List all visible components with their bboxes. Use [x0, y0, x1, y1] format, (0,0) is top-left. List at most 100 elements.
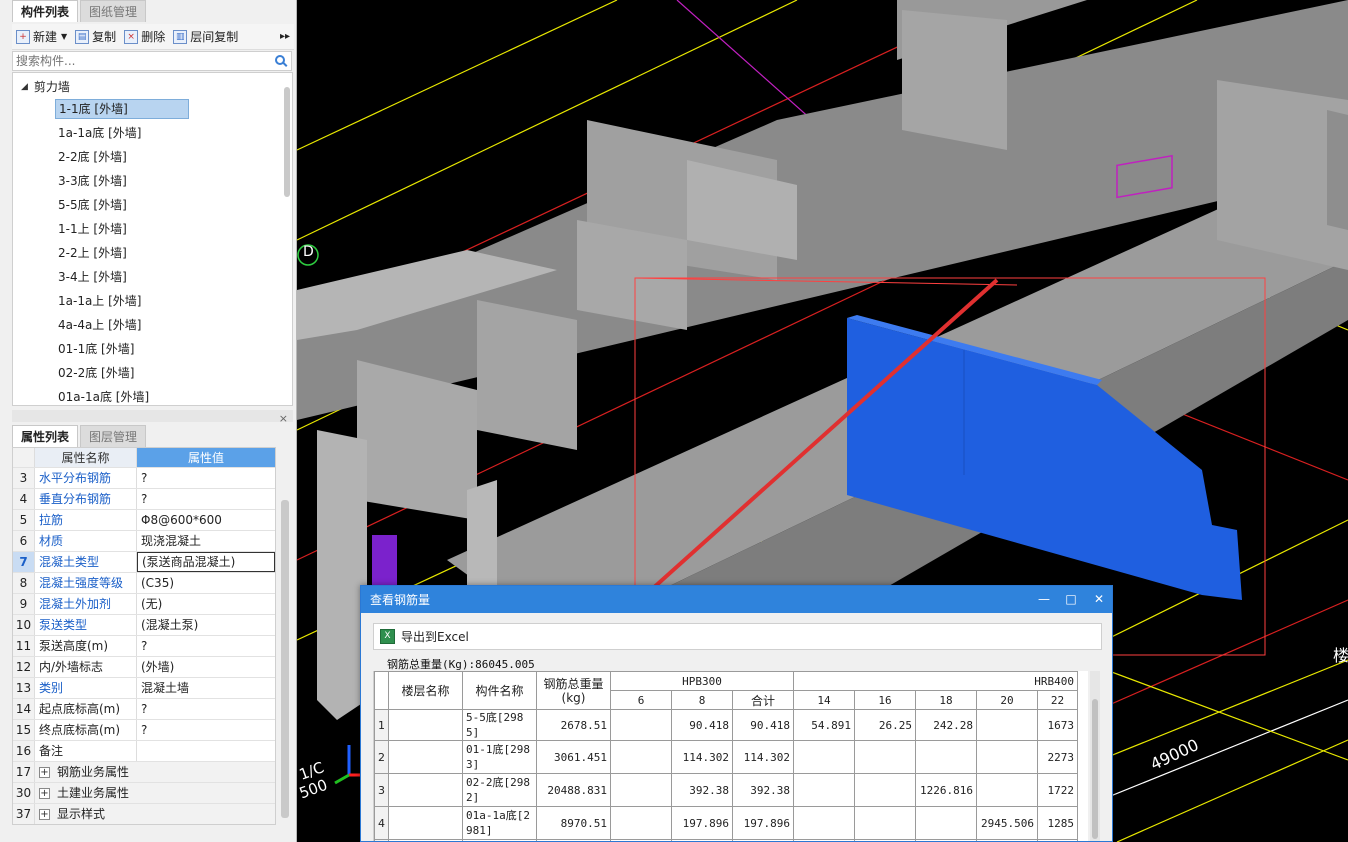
property-value[interactable]: Φ8@600*600: [137, 510, 275, 530]
weight-cell: [610, 740, 672, 774]
property-row[interactable]: 7 混凝土类型 (泵送商品混凝土): [13, 552, 275, 573]
floor-copy-button[interactable]: ▥ 层间复制: [169, 26, 242, 48]
property-row[interactable]: 9 混凝土外加剂 (无): [13, 594, 275, 615]
tree-item[interactable]: 2-2上 [外墙]: [55, 243, 130, 263]
property-value[interactable]: [137, 741, 275, 761]
dialog-title-bar[interactable]: 查看钢筋量: [361, 586, 1112, 613]
weight-cell: [793, 740, 855, 774]
tab-component-list[interactable]: 构件列表: [12, 0, 79, 22]
collapse-arrow-icon[interactable]: ◢: [21, 77, 28, 97]
property-value[interactable]: ?: [137, 468, 275, 488]
property-name: 泵送类型: [35, 615, 137, 635]
property-value[interactable]: ?: [137, 489, 275, 509]
header-name: 属性名称: [35, 448, 137, 467]
new-button[interactable]: + 新建 ▼: [12, 26, 71, 48]
property-value[interactable]: ?: [137, 636, 275, 656]
table-row[interactable]: 3 02-2底[2982] 20488.831 392.38 392.38 1226.81…: [374, 773, 1078, 807]
tree-item[interactable]: 02-2底 [外墙]: [55, 363, 137, 383]
property-value[interactable]: ?: [137, 720, 275, 740]
tree-item[interactable]: 5-5底 [外墙]: [55, 195, 130, 215]
tab-layer-management[interactable]: 图层管理: [80, 425, 147, 447]
close-icon[interactable]: ×: [279, 412, 288, 425]
component-tree: ◢ 剪力墙 1-1底 [外墙] 1a-1a底 [外墙] 2-2底 [外墙] 3-…: [12, 72, 293, 406]
property-row-num: 30: [13, 783, 35, 803]
weight-cell: [610, 806, 672, 840]
weight-cell: 1673: [1037, 709, 1078, 741]
property-tabs: 属性列表 图层管理: [12, 425, 148, 447]
table-scrollbar[interactable]: [1090, 671, 1100, 841]
property-row[interactable]: 8 混凝土强度等级 (C35): [13, 573, 275, 594]
property-value[interactable]: 现浇混凝土: [137, 531, 275, 551]
property-row[interactable]: 15 终点底标高(m)?: [13, 720, 275, 741]
chevron-down-icon[interactable]: ▼: [61, 32, 67, 41]
property-value[interactable]: (无): [137, 594, 275, 614]
tab-drawing-management[interactable]: 图纸管理: [80, 0, 147, 22]
maximize-button[interactable]: □: [1058, 586, 1084, 613]
delete-button[interactable]: × 删除: [120, 26, 169, 48]
tree-item[interactable]: 3-3底 [外墙]: [55, 171, 130, 191]
property-value[interactable]: (C35): [137, 573, 275, 593]
export-excel-button[interactable]: X 导出到Excel: [380, 628, 469, 645]
table-row[interactable]: 1 5-5底[2985] 2678.51 90.418 90.418 54.891 26.2…: [374, 709, 1078, 741]
tab-property-list[interactable]: 属性列表: [12, 425, 79, 447]
property-row[interactable]: 3 水平分布钢筋?: [13, 468, 275, 489]
dialog-body: X 导出到Excel 钢筋总重量(Kg):86045.005 楼层名称 构件名称: [361, 613, 1112, 841]
floor-cell: [388, 806, 463, 840]
property-value[interactable]: ?: [137, 699, 275, 719]
expand-plus-icon[interactable]: +: [39, 766, 50, 778]
property-group-row[interactable]: 30 + 土建业务属性: [13, 783, 275, 804]
tree-item[interactable]: 4a-4a上 [外墙]: [55, 315, 145, 335]
search-icon[interactable]: [275, 55, 285, 65]
panel-splitter[interactable]: [12, 410, 293, 422]
property-group-row[interactable]: 37 + 显示样式: [13, 804, 275, 824]
property-value[interactable]: 混凝土墙: [137, 678, 275, 698]
tree-item[interactable]: 1-1底 [外墙]: [55, 99, 189, 119]
property-row-num: 11: [13, 636, 35, 656]
property-row[interactable]: 5 拉筋 Φ8@600*600: [13, 510, 275, 531]
property-value[interactable]: (泵送商品混凝土): [137, 552, 275, 572]
property-value[interactable]: (混凝土泵): [137, 615, 275, 635]
tree-item[interactable]: 01a-1a底 [外墙]: [55, 387, 152, 405]
rebar-table-container: 楼层名称 构件名称 钢筋总重量(kg) HPB300 HRB400 6 8 合计…: [373, 671, 1088, 841]
floor-cell: [388, 709, 463, 741]
property-row-num: 6: [13, 531, 35, 551]
table-row[interactable]: 4 01a-1a底[2981] 8970.51 197.896 197.896 2945.…: [374, 806, 1078, 840]
dialog-toolbar: X 导出到Excel: [373, 623, 1102, 650]
table-scrollbar-thumb[interactable]: [1092, 699, 1098, 839]
tree-root-shear-wall[interactable]: ◢ 剪力墙: [21, 77, 70, 97]
property-row[interactable]: 14 起点底标高(m)?: [13, 699, 275, 720]
weight-cell: 392.38: [671, 773, 733, 807]
tree-item[interactable]: 1a-1a上 [外墙]: [55, 291, 145, 311]
table-row[interactable]: 2 01-1底[2983] 3061.451 114.302 114.302 2273: [374, 740, 1078, 774]
weight-cell: 1722: [1037, 773, 1078, 807]
copy-label: 复制: [92, 30, 117, 44]
property-row-num: 9: [13, 594, 35, 614]
toolbar-overflow-icon[interactable]: ▸▸: [280, 31, 294, 42]
close-button[interactable]: ✕: [1086, 586, 1112, 613]
property-row-num: 8: [13, 573, 35, 593]
search-input[interactable]: [13, 52, 263, 70]
tree-scrollbar[interactable]: [284, 87, 290, 197]
property-scrollbar[interactable]: [281, 500, 289, 818]
tree-item[interactable]: 01-1底 [外墙]: [55, 339, 137, 359]
copy-button[interactable]: ▤ 复制: [71, 26, 120, 48]
property-row[interactable]: 13 类别 混凝土墙: [13, 678, 275, 699]
tree-item[interactable]: 1a-1a底 [外墙]: [55, 123, 145, 143]
property-row[interactable]: 10 泵送类型 (混凝土泵): [13, 615, 275, 636]
property-value[interactable]: (外墙): [137, 657, 275, 677]
expand-plus-icon[interactable]: +: [39, 808, 50, 820]
component-name-cell: 5-5底[2985]: [462, 709, 537, 741]
minimize-button[interactable]: —: [1031, 586, 1057, 613]
tree-item[interactable]: 2-2底 [外墙]: [55, 147, 130, 167]
property-row[interactable]: 6 材质 现浇混凝土: [13, 531, 275, 552]
property-row[interactable]: 12 内/外墙标志 (外墙): [13, 657, 275, 678]
property-row[interactable]: 16 备注: [13, 741, 275, 762]
weight-cell: [854, 740, 916, 774]
property-row[interactable]: 11 泵送高度(m)?: [13, 636, 275, 657]
expand-plus-icon[interactable]: +: [39, 787, 50, 799]
tree-item[interactable]: 3-4上 [外墙]: [55, 267, 130, 287]
property-row[interactable]: 4 垂直分布钢筋?: [13, 489, 275, 510]
tree-item[interactable]: 1-1上 [外墙]: [55, 219, 130, 239]
weight-cell: 1285: [1037, 806, 1078, 840]
property-group-row[interactable]: 17 + 钢筋业务属性: [13, 762, 275, 783]
